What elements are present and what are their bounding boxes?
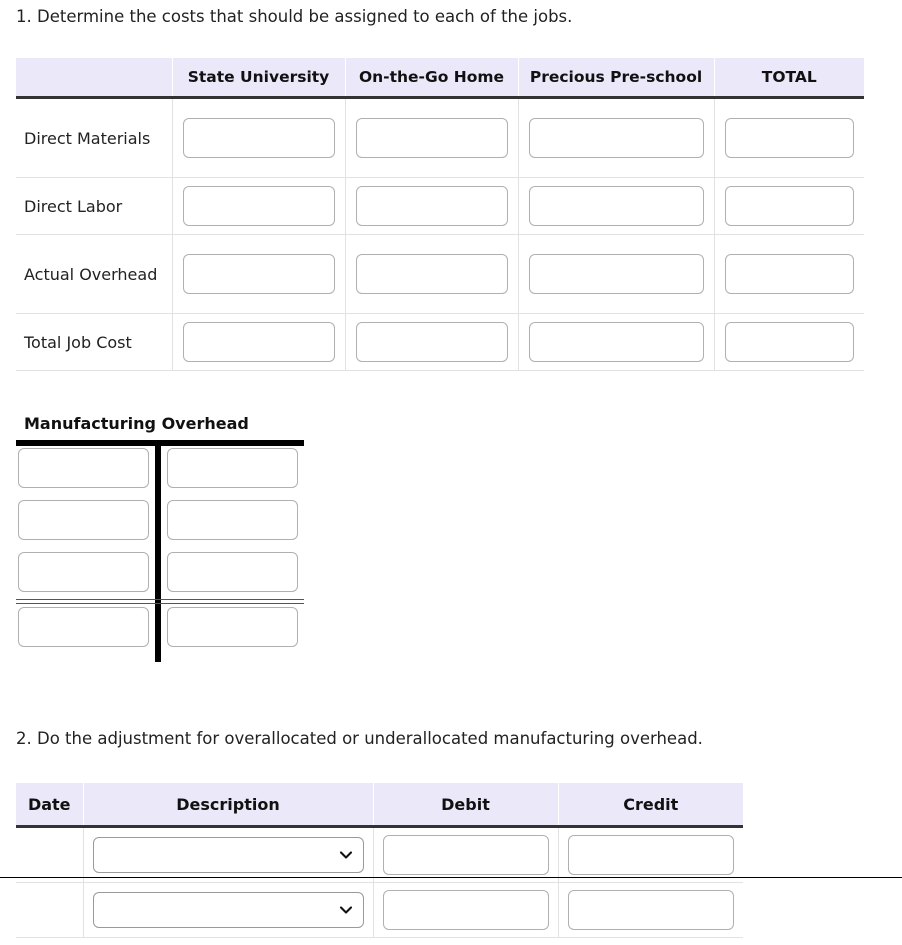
cell-total-job-cost-total [714, 313, 864, 371]
input-t-account-debit-3[interactable] [18, 552, 149, 592]
row-label-direct-labor: Direct Labor [16, 177, 173, 235]
select-journal-description-1[interactable] [92, 837, 364, 873]
cell-actual-overhead-precious-preschool [518, 234, 715, 314]
cell-direct-materials-precious-preschool [518, 97, 715, 178]
cell-journal-debit-1 [373, 826, 559, 883]
journal-header-debit: Debit [373, 783, 559, 828]
job-cost-header-on-the-go-home: On-the-Go Home [345, 58, 519, 99]
select-journal-description-2[interactable] [92, 892, 364, 928]
t-account [16, 440, 304, 662]
cell-journal-date-1 [16, 826, 84, 883]
t-account-debit-column [18, 448, 149, 659]
input-t-account-debit-2[interactable] [18, 500, 149, 540]
input-t-account-debit-1[interactable] [18, 448, 149, 488]
input-direct-materials-precious-preschool[interactable] [528, 118, 704, 158]
question-2-prompt: 2. Do the adjustment for overallocated o… [16, 729, 703, 748]
row-label-total-job-cost: Total Job Cost [16, 313, 173, 371]
table-row [16, 826, 743, 883]
journal-table-header-row: Date Description Debit Credit [16, 783, 743, 828]
input-direct-labor-precious-preschool[interactable] [528, 186, 704, 226]
input-direct-materials-on-the-go-home[interactable] [355, 118, 508, 158]
input-total-job-cost-state-university[interactable] [182, 322, 335, 362]
input-direct-labor-total[interactable] [724, 186, 854, 226]
input-t-account-credit-balance[interactable] [167, 607, 298, 647]
cell-total-job-cost-precious-preschool [518, 313, 715, 371]
journal-header-description: Description [83, 783, 374, 828]
job-cost-table: State University On-the-Go Home Precious… [16, 58, 864, 371]
job-cost-header-total: TOTAL [714, 58, 864, 99]
cell-direct-labor-on-the-go-home [345, 177, 519, 235]
input-actual-overhead-on-the-go-home[interactable] [355, 254, 508, 294]
table-row: Total Job Cost [16, 313, 864, 371]
cell-direct-labor-state-university [172, 177, 346, 235]
cell-journal-description-1 [83, 826, 374, 883]
input-total-job-cost-total[interactable] [724, 322, 854, 362]
input-actual-overhead-state-university[interactable] [182, 254, 335, 294]
input-t-account-debit-balance[interactable] [18, 607, 149, 647]
cell-actual-overhead-state-university [172, 234, 346, 314]
job-cost-table-header-row: State University On-the-Go Home Precious… [16, 58, 864, 99]
job-cost-header-state-university: State University [172, 58, 346, 99]
journal-header-date: Date [16, 783, 84, 828]
input-t-account-credit-1[interactable] [167, 448, 298, 488]
table-row [16, 882, 743, 938]
journal-entry-table: Date Description Debit Credit [16, 783, 743, 938]
table-row: Actual Overhead [16, 234, 864, 314]
input-journal-credit-1[interactable] [567, 835, 734, 875]
manufacturing-overhead-t-account-block: Manufacturing Overhead [16, 414, 306, 662]
cell-direct-materials-state-university [172, 97, 346, 178]
input-actual-overhead-total[interactable] [724, 254, 854, 294]
job-cost-header-precious-preschool: Precious Pre-school [518, 58, 715, 99]
t-account-center-rule [155, 440, 161, 662]
job-cost-header-blank [16, 58, 173, 99]
table-row: Direct Labor [16, 177, 864, 235]
journal-header-credit: Credit [558, 783, 743, 828]
cell-actual-overhead-total [714, 234, 864, 314]
input-direct-labor-state-university[interactable] [182, 186, 335, 226]
question-1-prompt: 1. Determine the costs that should be as… [16, 7, 573, 26]
t-account-credit-column [167, 448, 298, 659]
cell-total-job-cost-state-university [172, 313, 346, 371]
input-actual-overhead-precious-preschool[interactable] [528, 254, 704, 294]
input-direct-labor-on-the-go-home[interactable] [355, 186, 508, 226]
cell-direct-labor-precious-preschool [518, 177, 715, 235]
table-row: Direct Materials [16, 97, 864, 178]
input-total-job-cost-on-the-go-home[interactable] [355, 322, 508, 362]
input-direct-materials-total[interactable] [724, 118, 854, 158]
page-divider-line [0, 877, 902, 878]
input-journal-credit-2[interactable] [567, 890, 734, 930]
input-t-account-credit-2[interactable] [167, 500, 298, 540]
input-journal-debit-1[interactable] [382, 835, 549, 875]
row-label-actual-overhead: Actual Overhead [16, 234, 173, 314]
row-label-direct-materials: Direct Materials [16, 97, 173, 178]
cell-journal-description-2 [83, 882, 374, 938]
cell-journal-date-2 [16, 882, 84, 938]
cell-direct-materials-on-the-go-home [345, 97, 519, 178]
t-account-title: Manufacturing Overhead [24, 414, 249, 433]
input-total-job-cost-precious-preschool[interactable] [528, 322, 704, 362]
input-t-account-credit-3[interactable] [167, 552, 298, 592]
cell-direct-labor-total [714, 177, 864, 235]
cell-total-job-cost-on-the-go-home [345, 313, 519, 371]
cell-journal-credit-2 [558, 882, 743, 938]
cell-actual-overhead-on-the-go-home [345, 234, 519, 314]
input-journal-debit-2[interactable] [382, 890, 549, 930]
cell-journal-credit-1 [558, 826, 743, 883]
cell-journal-debit-2 [373, 882, 559, 938]
input-direct-materials-state-university[interactable] [182, 118, 335, 158]
cell-direct-materials-total [714, 97, 864, 178]
